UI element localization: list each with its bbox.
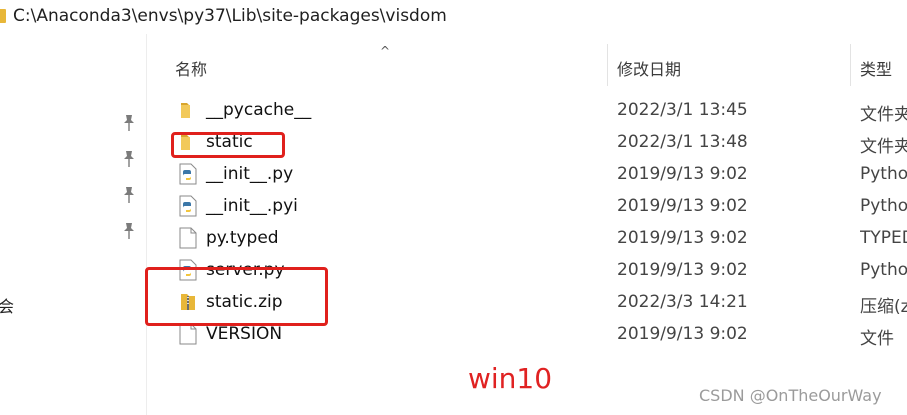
nav-item-label[interactable]: 会 [0, 293, 14, 317]
file-name[interactable]: __init__.py [206, 164, 293, 184]
highlight-box-server-zip [145, 267, 328, 326]
folder-icon [0, 9, 6, 23]
highlight-box-static [171, 132, 285, 158]
file-name[interactable]: py.typed [206, 228, 279, 248]
file-date: 2019/9/13 9:02 [617, 164, 748, 184]
file-type: 文件 [860, 329, 894, 349]
pin-icon[interactable] [121, 150, 137, 168]
watermark: CSDN @OnTheOurWay [699, 386, 882, 405]
file-row[interactable]: __pycache__ 2022/3/1 13:45 文件夹 [148, 94, 907, 126]
blank-file-icon [178, 227, 198, 249]
file-type: 文件夹 [860, 105, 907, 125]
file-date: 2019/9/13 9:02 [617, 324, 748, 344]
navigation-pane: 会 [0, 34, 147, 415]
column-divider[interactable] [607, 44, 608, 86]
file-row[interactable]: __init__.py 2019/9/13 9:02 Python [148, 158, 907, 190]
file-date: 2019/9/13 9:02 [617, 196, 748, 216]
file-row[interactable]: py.typed 2019/9/13 9:02 TYPED [148, 222, 907, 254]
file-name[interactable]: __init__.pyi [206, 196, 298, 216]
file-name[interactable]: VERSION [206, 324, 282, 344]
file-type: 压缩(z [860, 297, 907, 317]
file-date: 2022/3/1 13:48 [617, 132, 748, 152]
column-header-name[interactable]: 名称 [175, 56, 207, 80]
sort-ascending-icon: ^ [380, 44, 391, 58]
file-name[interactable]: __pycache__ [206, 100, 311, 120]
column-divider[interactable] [850, 44, 851, 86]
file-date: 2019/9/13 9:02 [617, 228, 748, 248]
file-type: 文件夹 [860, 137, 907, 157]
annotation-label: win10 [468, 362, 553, 395]
file-date: 2022/3/1 13:45 [617, 100, 748, 120]
address-path[interactable]: C:\Anaconda3\envs\py37\Lib\site-packages… [13, 6, 447, 26]
file-type: Python [860, 164, 907, 184]
file-date: 2019/9/13 9:02 [617, 260, 748, 280]
pin-icon[interactable] [121, 222, 137, 240]
address-bar[interactable]: C:\Anaconda3\envs\py37\Lib\site-packages… [0, 0, 907, 34]
file-type: Python [860, 196, 907, 216]
pin-icon[interactable] [121, 114, 137, 132]
file-type: Python [860, 260, 907, 280]
column-header-date[interactable]: 修改日期 [617, 56, 681, 80]
folder-icon [178, 99, 198, 121]
file-type: TYPED [860, 228, 907, 248]
pin-icon[interactable] [121, 186, 137, 204]
column-header-type[interactable]: 类型 [860, 56, 892, 80]
blank-file-icon [178, 323, 198, 345]
python-file-icon [178, 195, 198, 217]
file-row[interactable]: __init__.pyi 2019/9/13 9:02 Python [148, 190, 907, 222]
file-date: 2022/3/3 14:21 [617, 292, 748, 312]
python-file-icon [178, 163, 198, 185]
